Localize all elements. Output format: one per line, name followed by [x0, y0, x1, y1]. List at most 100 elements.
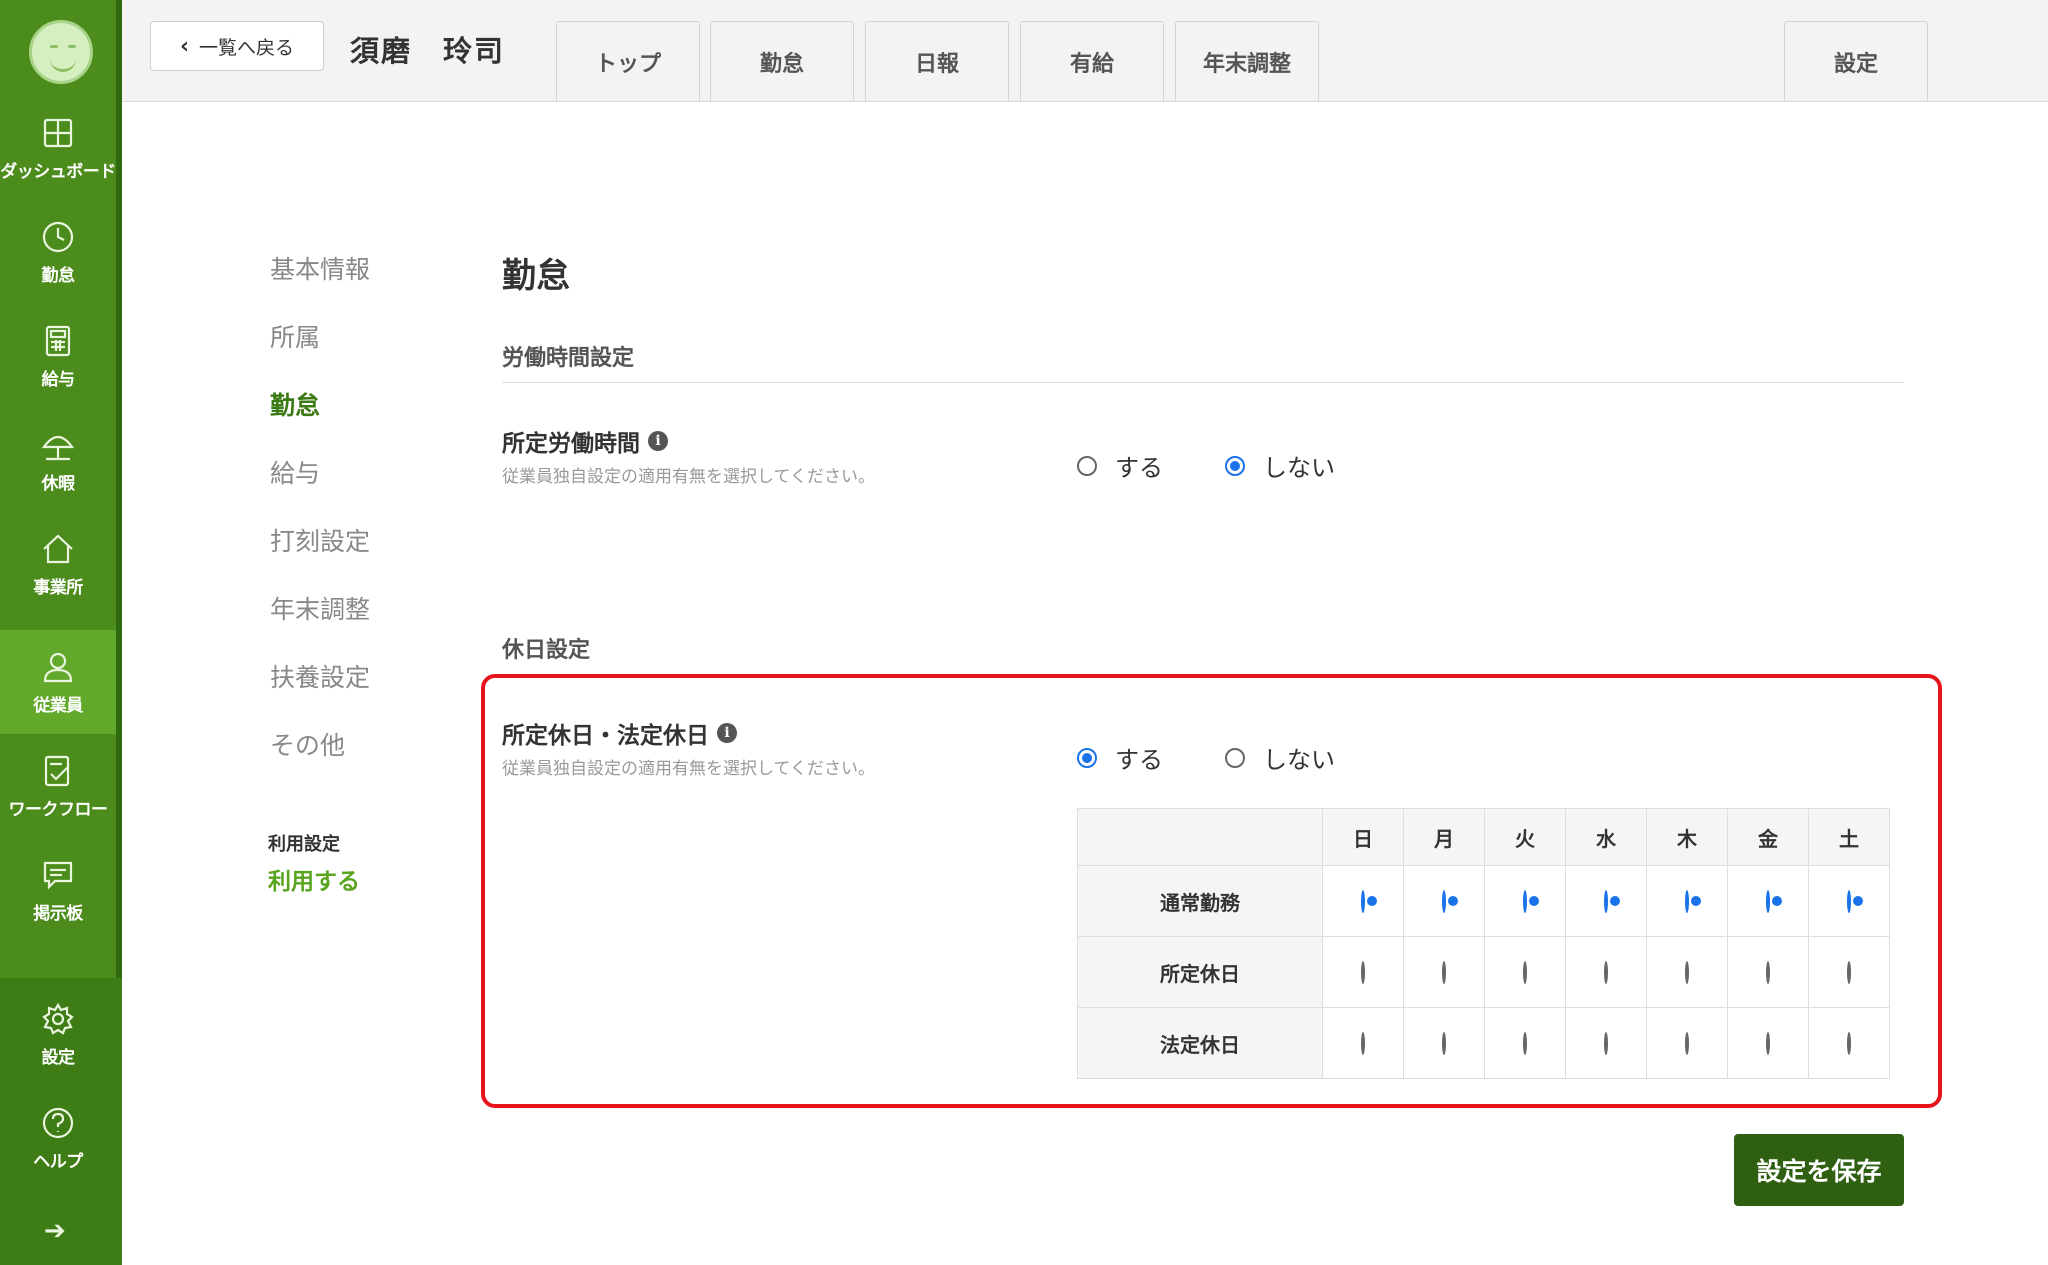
sidebar-item-label: ヘルプ [33, 1151, 83, 1172]
sidebar-item-label: 給与 [41, 369, 76, 390]
sidebar-item-attendance[interactable]: 勤怠 [0, 200, 116, 304]
submenu-item-punch-settings[interactable]: 打刻設定 [270, 522, 370, 558]
day-radio-button[interactable] [1442, 960, 1446, 984]
day-radio-button[interactable] [1847, 960, 1851, 984]
option-label: しない [1263, 746, 1335, 774]
day-radio-button[interactable] [1766, 960, 1770, 984]
save-settings-button[interactable]: 設定を保存 [1734, 1134, 1904, 1206]
day-radio-button[interactable] [1442, 889, 1446, 913]
day-radio-button[interactable] [1604, 1031, 1608, 1055]
umbrella-icon [41, 435, 75, 460]
day-radio-button[interactable] [1766, 1031, 1770, 1055]
checklist-icon [44, 755, 70, 786]
tab-label: 有給 [1069, 51, 1114, 77]
tab-paid-leave[interactable]: 有給 [1020, 21, 1164, 101]
tab-label: トップ [594, 51, 661, 77]
radio-button[interactable] [1077, 747, 1097, 768]
option-label: する [1115, 746, 1163, 774]
tab-attendance[interactable]: 勤怠 [710, 21, 854, 101]
sidebar-item-help[interactable]: ヘルプ [0, 1086, 116, 1190]
day-header: 金 [1727, 808, 1809, 866]
row-label: 通常勤務 [1077, 865, 1323, 937]
day-radio-button[interactable] [1766, 889, 1770, 913]
sidebar-item-label: 事業所 [33, 577, 83, 598]
message-icon [43, 861, 73, 890]
arrow-right-icon[interactable]: ➔ [44, 1216, 66, 1246]
sidebar-item-office[interactable]: 事業所 [0, 512, 116, 616]
radio-button[interactable] [1225, 455, 1245, 476]
scheduled-hours-option-no[interactable]: しない [1225, 448, 1335, 483]
gear-icon [42, 1002, 74, 1035]
day-radio-button[interactable] [1361, 889, 1365, 913]
day-radio-button[interactable] [1442, 1031, 1446, 1055]
submenu-item-affiliation[interactable]: 所属 [270, 318, 320, 354]
radio-button[interactable] [1077, 455, 1097, 476]
submenu-item-payroll[interactable]: 給与 [270, 454, 320, 490]
back-to-list-button[interactable]: ‹ 一覧へ戻る [150, 21, 324, 71]
day-cell [1646, 865, 1728, 937]
day-radio-button[interactable] [1361, 960, 1365, 984]
day-radio-button[interactable] [1685, 1031, 1689, 1055]
day-radio-button[interactable] [1523, 1031, 1527, 1055]
sidebar-item-bulletin[interactable]: 掲示板 [0, 838, 116, 942]
sidebar-item-settings[interactable]: 設定 [0, 982, 116, 1086]
holiday-option-yes[interactable]: する [1077, 740, 1163, 775]
dashboard-icon [43, 118, 73, 147]
info-icon[interactable]: i [648, 431, 668, 451]
info-icon[interactable]: i [717, 723, 737, 743]
day-radio-button[interactable] [1847, 1031, 1851, 1055]
day-cell [1322, 1007, 1404, 1079]
sidebar-item-payroll[interactable]: 給与 [0, 304, 116, 408]
sidebar-item-label: 勤怠 [41, 265, 76, 286]
submenu-item-year-end[interactable]: 年末調整 [270, 590, 370, 626]
day-radio-button[interactable] [1523, 889, 1527, 913]
day-radio-button[interactable] [1361, 1031, 1365, 1055]
sidebar-item-employees[interactable]: 従業員 [0, 630, 116, 734]
person-icon [43, 652, 73, 682]
day-header: 木 [1646, 808, 1728, 866]
scheduled-hours-option-yes[interactable]: する [1077, 448, 1163, 483]
holiday-option-no[interactable]: しない [1225, 740, 1335, 775]
day-radio-button[interactable] [1847, 889, 1851, 913]
radio-button[interactable] [1225, 747, 1245, 768]
app-logo-icon[interactable] [29, 20, 93, 84]
submenu-item-dependents[interactable]: 扶養設定 [270, 658, 370, 694]
day-cell [1322, 936, 1404, 1008]
tab-daily-report[interactable]: 日報 [865, 21, 1009, 101]
day-cell [1808, 936, 1890, 1008]
header: ‹ 一覧へ戻る 須磨 玲司 トップ 勤怠 日報 有給 年末調整 設定 [122, 0, 2048, 102]
day-cell [1646, 1007, 1728, 1079]
day-radio-button[interactable] [1685, 889, 1689, 913]
tab-settings[interactable]: 設定 [1784, 21, 1928, 101]
day-header: 水 [1565, 808, 1647, 866]
tab-year-end[interactable]: 年末調整 [1175, 21, 1319, 101]
sidebar-item-label: ワークフロー [8, 799, 109, 820]
day-header: 日 [1322, 808, 1404, 866]
sidebar-item-dashboard[interactable]: ダッシュボード [0, 96, 116, 200]
home-icon [43, 533, 73, 563]
submenu-item-other[interactable]: その他 [270, 726, 345, 762]
day-cell [1484, 865, 1566, 937]
day-cell [1727, 1007, 1809, 1079]
row-label: 所定休日 [1077, 936, 1323, 1008]
day-radio-button[interactable] [1523, 960, 1527, 984]
day-radio-button[interactable] [1604, 960, 1608, 984]
page-title: 勤怠 [502, 256, 570, 296]
section-divider [502, 382, 1904, 383]
submenu-item-basic-info[interactable]: 基本情報 [270, 250, 370, 286]
sidebar-item-label: 設定 [41, 1047, 76, 1068]
tab-top[interactable]: トップ [556, 21, 700, 101]
usage-setting-label: 利用設定 [268, 834, 340, 855]
day-radio-button[interactable] [1604, 889, 1608, 913]
sidebar-item-workflow[interactable]: ワークフロー [0, 734, 116, 838]
day-cell [1646, 936, 1728, 1008]
sidebar-item-leave[interactable]: 休暇 [0, 408, 116, 512]
submenu-item-attendance[interactable]: 勤怠 [270, 386, 320, 422]
sidebar-scrollbar[interactable] [116, 0, 122, 980]
back-button-label: 一覧へ戻る [199, 36, 295, 59]
day-cell [1565, 865, 1647, 937]
tab-label: 勤怠 [759, 51, 804, 77]
table-corner-cell [1077, 808, 1323, 866]
day-radio-button[interactable] [1685, 960, 1689, 984]
day-cell [1484, 936, 1566, 1008]
